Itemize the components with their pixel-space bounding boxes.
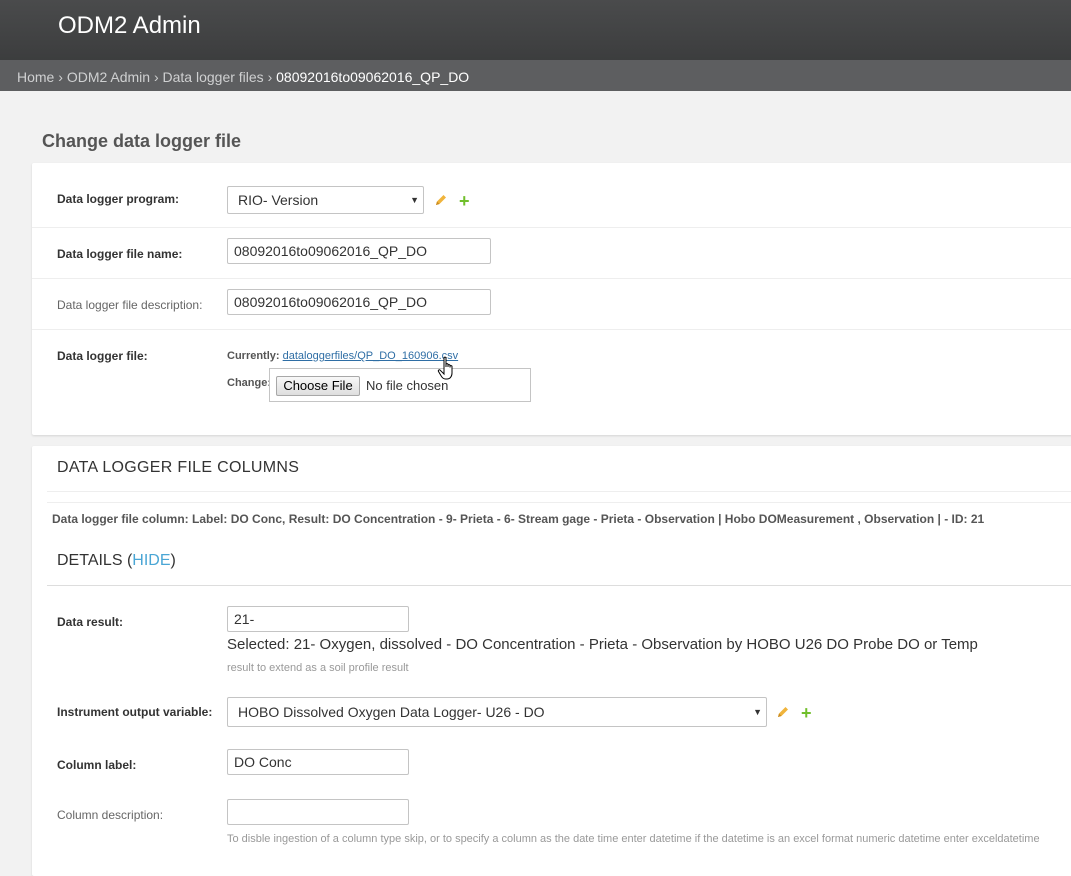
breadcrumb: Home › ODM2 Admin › Data logger files › … [0,60,1071,91]
chevron-down-icon: ▼ [410,195,419,205]
program-label: Data logger program: [57,192,180,206]
program-select[interactable]: RIO- Version ▼ [227,186,424,214]
site-title[interactable]: ODM2 Admin [58,12,201,40]
details-heading: DETAILS (HIDE) [57,552,176,570]
details-close-paren: ) [170,552,176,569]
column-label-label: Column label: [57,758,137,772]
row-divider [32,278,1071,279]
hand-pointer-icon [437,356,453,380]
column-description-label: Column description: [57,808,164,822]
change-label-wrap: Change: [227,377,271,389]
breadcrumb-separator: › [267,69,273,85]
file-description-label: Data logger file description: [57,298,203,312]
breadcrumb-current: 08092016to09062016_QP_DO [276,69,470,85]
chevron-down-icon: ▼ [753,707,762,717]
file-name-label: Data logger file name: [57,247,183,261]
data-result-input[interactable]: 21- [227,606,409,632]
file-label: Data logger file: [57,349,148,363]
row-divider [32,227,1071,228]
section-divider [47,502,1071,503]
file-name-input[interactable]: 08092016to09062016_QP_DO [227,238,491,264]
breadcrumb-separator: › [153,69,159,85]
column-description-help: To disble ingestion of a column type ski… [227,833,1040,845]
add-plus-icon[interactable]: + [459,192,470,210]
instrument-select-value: HOBO Dissolved Oxygen Data Logger- U26 -… [238,704,545,720]
choose-file-button[interactable]: Choose File [276,376,360,396]
currently-row: Currently: dataloggerfiles/QP_DO_160906.… [227,350,458,362]
instrument-label: Instrument output variable: [57,705,213,719]
currently-label: Currently: [227,350,280,362]
data-result-label: Data result: [57,615,124,629]
breadcrumb-separator: › [58,69,63,85]
change-label: Change: [227,377,271,389]
page-title: Change data logger file [42,131,242,151]
edit-pencil-icon[interactable] [776,705,790,719]
columns-section-title: DATA LOGGER FILE COLUMNS [57,459,300,476]
breadcrumb-app[interactable]: ODM2 Admin [67,69,150,85]
column-description-input[interactable] [227,799,409,825]
add-plus-icon[interactable]: + [801,704,812,722]
data-result-selected: Selected: 21- Oxygen, dissolved - DO Con… [227,636,978,653]
column-label-input[interactable]: DO Conc [227,749,409,775]
file-description-input[interactable]: 08092016to09062016_QP_DO [227,289,491,315]
section-divider [47,491,1071,492]
details-title: DETAILS ( [57,552,133,569]
columns-inline-group [32,446,1071,876]
program-select-value: RIO- Version [238,192,319,208]
instrument-select[interactable]: HOBO Dissolved Oxygen Data Logger- U26 -… [227,697,767,727]
section-divider [47,585,1071,586]
row-divider [32,329,1071,330]
breadcrumb-model[interactable]: Data logger files [163,69,264,85]
breadcrumb-home[interactable]: Home [17,69,54,85]
column-summary: Data logger file column: Label: DO Conc,… [52,512,985,526]
site-header: ODM2 Admin [0,0,1071,60]
data-result-help: result to extend as a soil profile resul… [227,662,409,674]
current-file-link[interactable]: dataloggerfiles/QP_DO_160906.csv [283,350,459,362]
edit-pencil-icon[interactable] [434,193,448,207]
hide-details-link[interactable]: HIDE [132,552,170,569]
